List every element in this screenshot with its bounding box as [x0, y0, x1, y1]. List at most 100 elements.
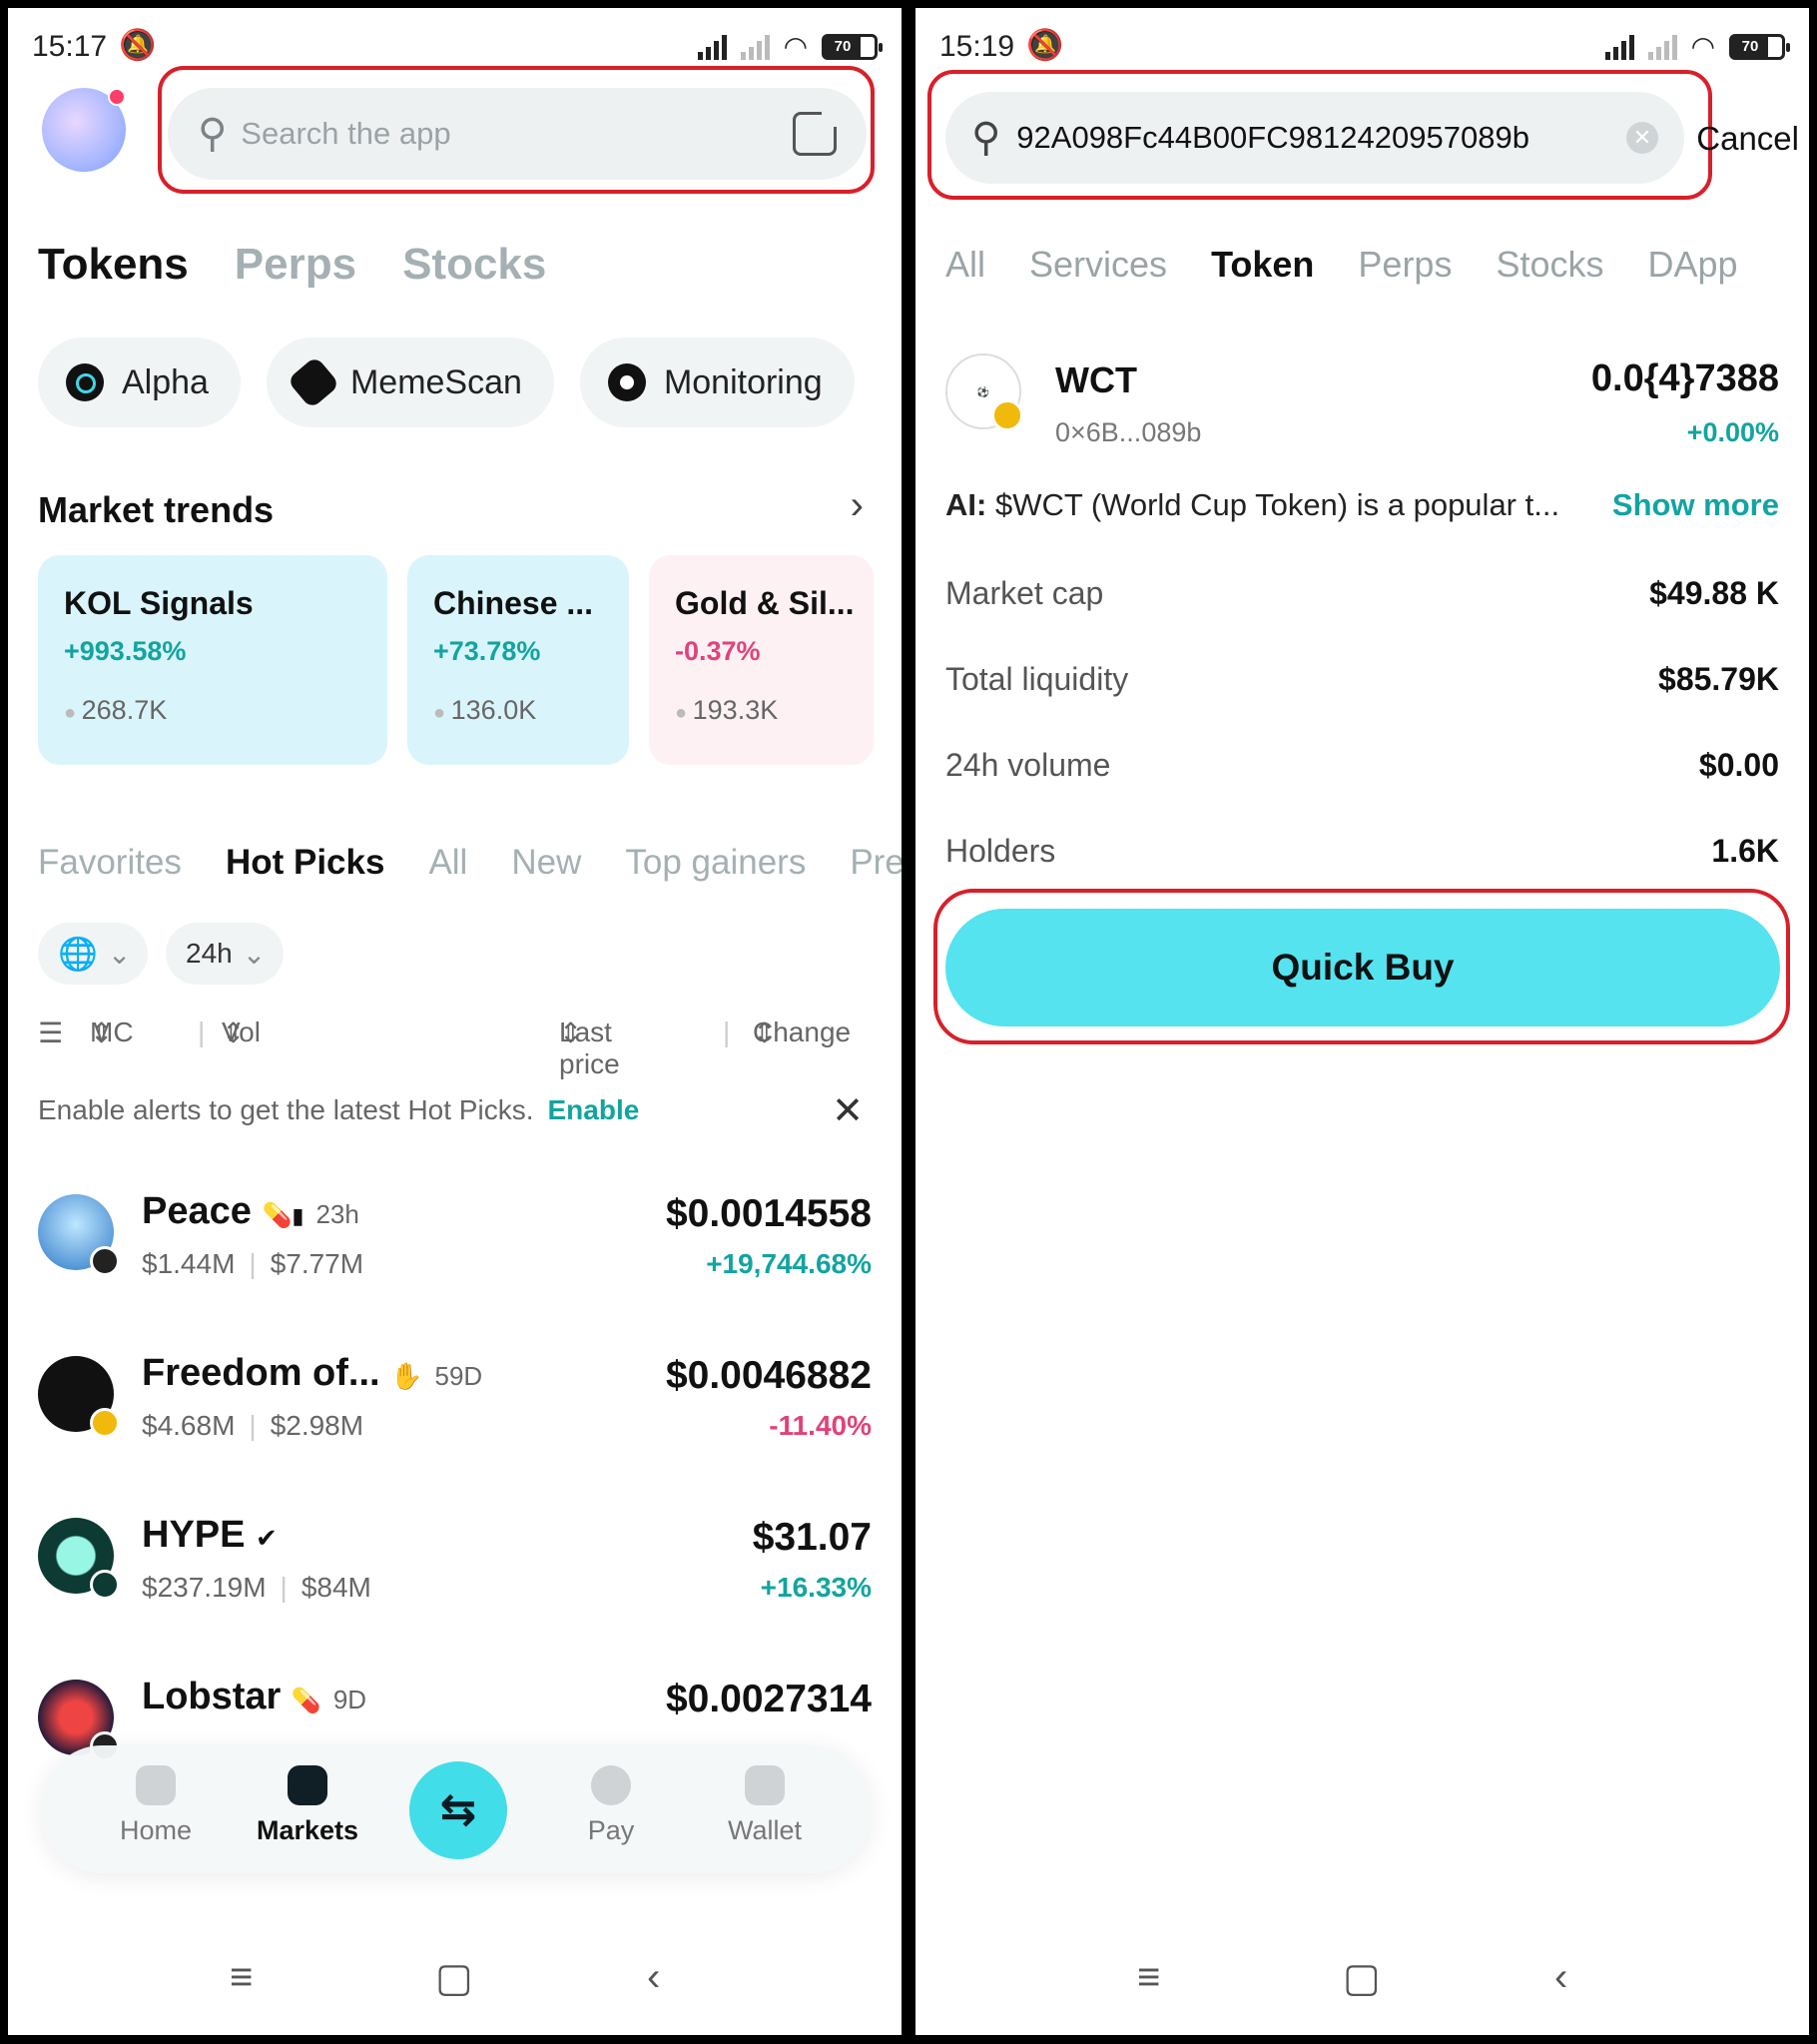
tab-services[interactable]: Services	[1029, 244, 1167, 286]
token-logo	[38, 1680, 120, 1761]
battery-icon: 70	[1729, 33, 1790, 60]
tab-wallet[interactable]: Wallet	[705, 1765, 825, 1846]
token-row[interactable]: Peace 💊▮ 23h $1.44M | $7.77M $0.0014558 +19…	[38, 1190, 872, 1320]
chip-label: MemeScan	[349, 362, 522, 401]
chip-memescan[interactable]: MemeScan	[266, 338, 554, 427]
token-mc: $237.19M	[142, 1572, 267, 1603]
token-vol: $84M	[301, 1572, 371, 1603]
sort-vol[interactable]: Vol ⇕	[222, 1017, 261, 1049]
tab-dapp[interactable]: DApp	[1648, 244, 1738, 286]
tab-hot-picks[interactable]: Hot Picks	[226, 843, 385, 883]
token-name[interactable]: WCT	[1055, 359, 1137, 401]
chart-icon: ▮	[292, 1203, 304, 1228]
back-icon[interactable]: ‹	[1554, 1955, 1567, 2000]
token-price: $31.07	[752, 1516, 872, 1559]
battery-icon: 70	[822, 33, 883, 60]
status-time: 15:17	[32, 30, 108, 63]
alert-text: Enable alerts to get the latest Hot Pick…	[38, 1094, 534, 1125]
token-mc: $4.68M	[142, 1410, 236, 1441]
token-logo	[38, 1518, 120, 1600]
search-input[interactable]: ⚲ 92A098Fc44B00FC9812420957089b ✕	[945, 92, 1684, 184]
tab-token[interactable]: Token	[1211, 244, 1314, 286]
show-more-link[interactable]: Show more	[1612, 487, 1779, 523]
stat-row: Total liquidity $85.79K	[945, 661, 1779, 697]
token-name: Freedom of...	[142, 1352, 380, 1394]
period-filter[interactable]: 24h ⌄	[166, 923, 284, 985]
close-icon[interactable]: ✕	[832, 1088, 864, 1133]
tab-favorites[interactable]: Favorites	[38, 843, 182, 883]
market-trends-title: Market trends	[38, 489, 275, 530]
token-logo	[38, 1356, 120, 1438]
chip-monitoring[interactable]: Monitoring	[579, 338, 855, 427]
trend-card-gold[interactable]: Gold & Sil... -0.37% 193.3K	[649, 555, 874, 765]
tab-pay[interactable]: Pay	[551, 1765, 671, 1846]
tab-stocks[interactable]: Stocks	[1496, 244, 1603, 286]
ai-text: $WCT (World Cup Token) is a popular t...	[994, 487, 1560, 522]
cancel-button[interactable]: Cancel	[1696, 120, 1799, 158]
trend-change: -0.37%	[675, 636, 761, 666]
menu-icon[interactable]: ≡	[230, 1955, 253, 2000]
token-logo	[38, 1194, 120, 1276]
chain-badge	[90, 1246, 120, 1276]
tab-pre[interactable]: Pre	[850, 843, 902, 883]
menu-icon[interactable]: ≡	[1137, 1955, 1160, 2000]
token-row[interactable]: Freedom of... ✋ 59D $4.68M | $2.98M $0.0046…	[38, 1352, 872, 1482]
token-logo[interactable]: ⚽	[945, 353, 1023, 431]
stat-row: Market cap $49.88 K	[945, 575, 1779, 611]
ai-label: AI:	[945, 487, 987, 522]
system-nav-bar: ≡ ▢ ‹	[8, 1945, 902, 2005]
pay-icon	[591, 1765, 631, 1805]
trend-card-chinese[interactable]: Chinese ... +73.78% 136.0K	[407, 555, 629, 765]
status-bar: 15:19 🔕 ◠ 70	[931, 24, 1793, 66]
alpha-icon	[66, 363, 104, 401]
tab-all[interactable]: All	[428, 843, 467, 883]
signal-icon	[1604, 34, 1634, 60]
tab-tokens[interactable]: Tokens	[38, 240, 189, 290]
back-icon[interactable]: ‹	[647, 1955, 660, 2000]
tab-top-gainers[interactable]: Top gainers	[625, 843, 806, 883]
tab-perps[interactable]: Perps	[235, 240, 356, 290]
wifi-icon: ◠	[783, 31, 808, 62]
chain-badge	[90, 1570, 120, 1600]
tab-stocks[interactable]: Stocks	[402, 240, 546, 290]
globe-icon: 🌐	[58, 936, 98, 972]
token-address[interactable]: 0×6B...089b	[1055, 417, 1201, 448]
sort-change[interactable]: Change ⇕	[753, 1017, 851, 1049]
network-filter[interactable]: 🌐 ⌄	[38, 923, 148, 985]
tab-home[interactable]: Home	[96, 1765, 216, 1846]
quick-buy-button[interactable]: Quick Buy	[945, 909, 1780, 1026]
clear-icon[interactable]: ✕	[1626, 122, 1658, 154]
filter-settings-icon[interactable]: ☰	[38, 1017, 63, 1049]
token-vol: $2.98M	[270, 1410, 364, 1441]
mute-icon: 🔕	[1026, 29, 1064, 62]
enable-alerts-link[interactable]: Enable	[547, 1094, 639, 1125]
sort-last-price[interactable]: Last price ⇕	[559, 1017, 620, 1079]
token-change: +16.33%	[760, 1572, 872, 1603]
avatar[interactable]	[42, 88, 126, 172]
scan-icon[interactable]	[793, 109, 840, 156]
chevron-right-icon[interactable]: ›	[851, 483, 864, 528]
sort-mc[interactable]: MC ⇕	[90, 1017, 134, 1049]
home-nav-icon[interactable]: ▢	[1343, 1955, 1381, 2001]
chip-alpha[interactable]: Alpha	[38, 338, 241, 427]
search-input[interactable]: ⚲ Search the app	[168, 88, 867, 180]
tab-new[interactable]: New	[511, 843, 581, 883]
ai-summary: AI: $WCT (World Cup Token) is a popular …	[945, 487, 1779, 523]
token-price: $0.0046882	[665, 1354, 872, 1397]
markets-screen: 15:17 🔕 ◠ 70 ⚲ Search the app Tokens Per…	[8, 8, 902, 2035]
trend-card-kol[interactable]: KOL Signals +993.58% 268.7K	[38, 555, 387, 765]
search-value: 92A098Fc44B00FC9812420957089b	[1016, 120, 1529, 155]
feature-chips: Alpha MemeScan Monitoring	[38, 338, 855, 427]
notification-dot	[108, 88, 126, 106]
tab-markets[interactable]: Markets	[248, 1765, 367, 1846]
token-name: Peace	[142, 1190, 252, 1232]
signal-2-icon	[740, 34, 770, 60]
mute-icon: 🔕	[119, 29, 157, 62]
token-row[interactable]: HYPE ✔ $237.19M | $84M $31.07 +16.33%	[38, 1514, 872, 1644]
divider: |	[198, 1017, 206, 1047]
swap-button[interactable]: ⇆	[409, 1761, 507, 1859]
tab-perps[interactable]: Perps	[1358, 244, 1452, 286]
tab-all[interactable]: All	[945, 244, 985, 286]
home-nav-icon[interactable]: ▢	[435, 1955, 473, 2001]
pill-icon: 💊	[291, 1688, 321, 1714]
